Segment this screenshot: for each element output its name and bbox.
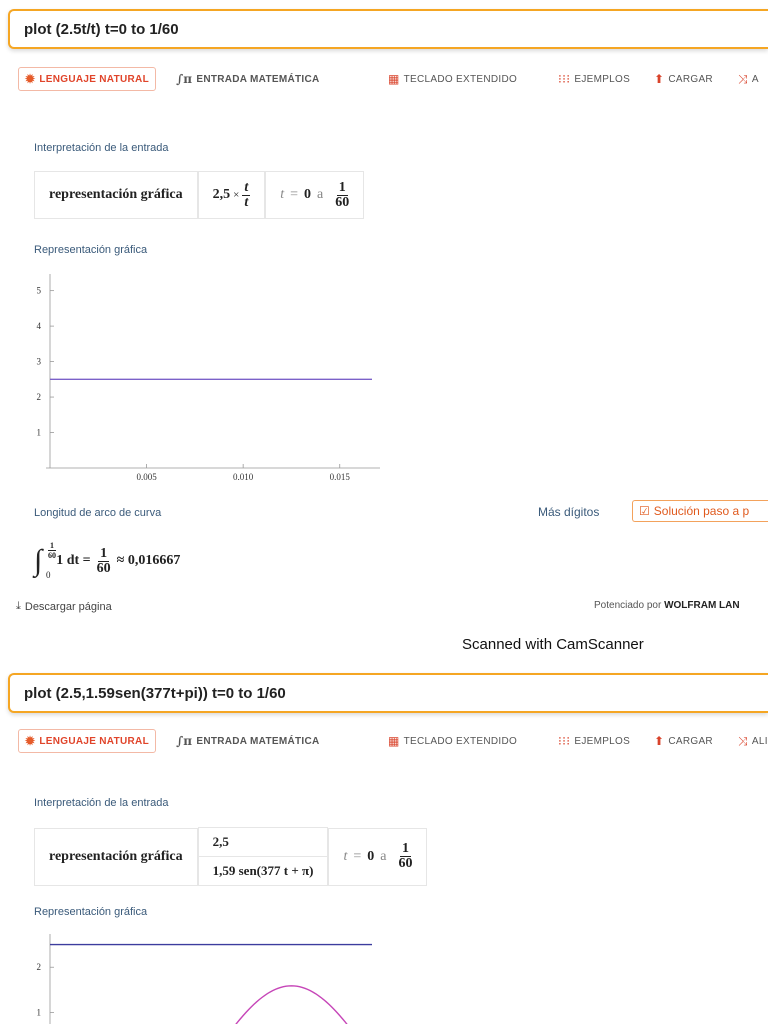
toolbar-1: ✹ LENGUAJE NATURAL ∫π ENTRADA MATEMÁTICA…: [18, 67, 768, 93]
y-tick-label: 3: [37, 357, 42, 367]
y-tick-label: 2: [37, 392, 42, 402]
math-input-button[interactable]: ∫π ENTRADA MATEMÁTICA: [176, 67, 320, 91]
query-bar-2[interactable]: [8, 673, 768, 713]
series-line-2: [235, 985, 348, 1024]
checkbox-icon: ☑: [639, 504, 650, 518]
keyboard-icon: ▦: [388, 72, 400, 86]
scanner-watermark: Scanned with CamScanner: [462, 636, 644, 653]
integral-result-fraction: 1 60: [96, 545, 111, 576]
x-tick-label: 0.005: [136, 472, 157, 482]
interp-expression-1: 2,5 × t t: [197, 171, 266, 219]
extended-keyboard-button[interactable]: ▦ TECLADO EXTENDIDO: [388, 67, 517, 91]
interp-label-1: representación gráfica: [34, 171, 198, 219]
interp-range-2: t = 0 a 1 60: [328, 827, 428, 886]
upload-icon: ⬆: [654, 734, 665, 748]
arc-length-title: Longitud de arco de curva: [34, 507, 162, 519]
examples-button[interactable]: ⁝⁝⁝ EJEMPLOS: [558, 67, 630, 91]
integral-upper-limit: 1 60: [48, 541, 56, 560]
plot-2: 12: [37, 934, 372, 1024]
query-bar-1[interactable]: [8, 9, 768, 49]
powered-by: Potenciado por WOLFRAM LAN: [594, 600, 740, 611]
interpretation-row-2: representación gráfica 2,5 1,59 sen(377 …: [34, 827, 428, 886]
grid-icon: ⁝⁝⁝: [558, 72, 571, 86]
y-tick-label: 1: [37, 1008, 42, 1018]
expression-fraction: t t: [242, 179, 251, 210]
plot-title-1: Representación gráfica: [34, 244, 148, 256]
interp-label-2: representación gráfica: [34, 827, 198, 886]
arc-length-integral: ∫ 1 60 0 1 dt = 1 60 ≈ 0,016667: [34, 541, 181, 580]
query-input-2[interactable]: [24, 684, 768, 702]
range-end-fraction: 1 60: [335, 179, 350, 210]
examples-button-2[interactable]: ⁝⁝⁝ EJEMPLOS: [558, 729, 630, 753]
random-button[interactable]: ⤨ A: [738, 67, 759, 91]
gear-icon: ✹: [25, 734, 36, 748]
shuffle-icon: ⤨: [738, 71, 748, 86]
toolbar-2: ✹ LENGUAJE NATURAL ∫π ENTRADA MATEMÁTICA…: [18, 729, 768, 755]
integral-sign: ∫ 1 60 0: [34, 541, 56, 580]
random-button-2[interactable]: ⤨ ALI: [738, 729, 768, 753]
integral-lower-limit: 0: [46, 570, 51, 580]
download-icon: ⤓: [16, 600, 21, 612]
plot-title-2: Representación gráfica: [34, 906, 148, 918]
range-end-fraction-2: 1 60: [398, 841, 413, 871]
upload-icon: ⬆: [654, 72, 665, 86]
y-tick-label: 1: [37, 428, 42, 438]
math-input-button-2[interactable]: ∫π ENTRADA MATEMÁTICA: [176, 729, 320, 753]
natural-language-button-2[interactable]: ✹ LENGUAJE NATURAL: [18, 729, 156, 753]
grid-icon: ⁝⁝⁝: [558, 734, 571, 748]
step-by-step-button[interactable]: ☑ Solución paso a p: [632, 500, 768, 522]
upload-button[interactable]: ⬆ CARGAR: [654, 67, 713, 91]
interpretation-title-2: Interpretación de la entrada: [34, 797, 169, 809]
natural-language-button[interactable]: ✹ LENGUAJE NATURAL: [18, 67, 156, 91]
interp-range-1: t = 0 a 1 60: [265, 171, 365, 219]
plot-1: 1 2 3 4 5 0.005 0.010 0.015: [37, 274, 380, 482]
interp-expression-2: 2,5 1,59 sen(377 t + π): [197, 827, 329, 886]
y-tick-label: 4: [37, 321, 42, 331]
y-tick-label: 5: [37, 286, 42, 296]
interpretation-row-1: representación gráfica 2,5 × t t t = 0 a…: [34, 171, 365, 219]
integral-icon: ∫π: [176, 734, 193, 748]
y-tick-label: 2: [37, 962, 42, 972]
integral-icon: ∫π: [176, 72, 193, 86]
interpretation-title-1: Interpretación de la entrada: [34, 142, 169, 154]
x-tick-label: 0.010: [233, 472, 254, 482]
upload-button-2[interactable]: ⬆ CARGAR: [654, 729, 713, 753]
shuffle-icon: ⤨: [738, 733, 748, 748]
x-tick-label: 0.015: [330, 472, 351, 482]
gear-icon: ✹: [25, 72, 36, 86]
query-input-1[interactable]: [24, 20, 768, 38]
keyboard-icon: ▦: [388, 734, 400, 748]
extended-keyboard-button-2[interactable]: ▦ TECLADO EXTENDIDO: [388, 729, 517, 753]
more-digits-button[interactable]: Más dígitos: [538, 505, 599, 519]
download-page-link[interactable]: ⤓ Descargar página: [16, 600, 112, 613]
